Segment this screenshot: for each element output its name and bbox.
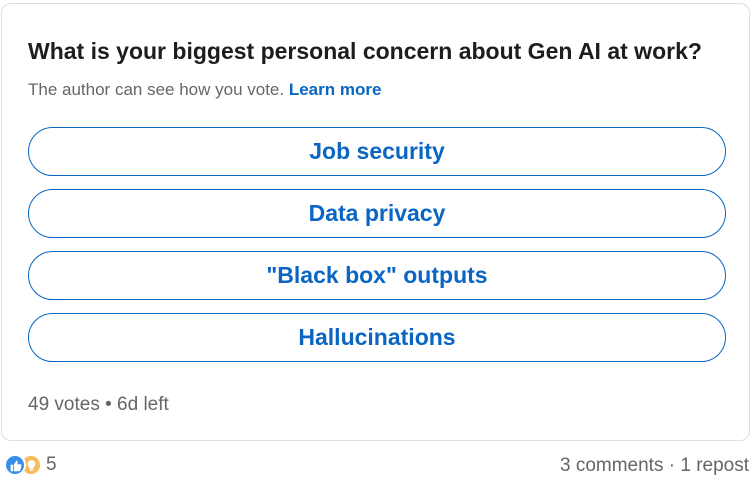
learn-more-link[interactable]: Learn more: [289, 80, 382, 99]
engagement-separator: ·: [668, 455, 676, 476]
poll-option-data-privacy[interactable]: Data privacy: [28, 189, 726, 238]
poll-meta: 49 votes • 6d left: [28, 394, 169, 416]
reposts-count-link[interactable]: 1 repost: [680, 455, 749, 476]
reactions-summary[interactable]: 5: [4, 454, 57, 476]
poll-option-hallucinations[interactable]: Hallucinations: [28, 313, 726, 362]
meta-separator: •: [105, 394, 112, 415]
comments-count-link[interactable]: 3 comments: [560, 455, 663, 476]
reaction-count: 5: [46, 454, 57, 475]
like-icon: [4, 454, 26, 476]
social-counts-bar: 5 3 comments · 1 repost: [0, 452, 753, 482]
poll-question: What is your biggest personal concern ab…: [28, 38, 702, 64]
vote-count: 49 votes: [28, 394, 100, 415]
engagement-counts: 3 comments · 1 repost: [560, 455, 749, 477]
poll-note-text: The author can see how you vote.: [28, 80, 285, 99]
time-left: 6d left: [117, 394, 169, 415]
poll-option-job-security[interactable]: Job security: [28, 127, 726, 176]
poll-option-black-box-outputs[interactable]: "Black box" outputs: [28, 251, 726, 300]
poll-visibility-note: The author can see how you vote. Learn m…: [28, 80, 381, 100]
poll-card: What is your biggest personal concern ab…: [1, 3, 750, 441]
